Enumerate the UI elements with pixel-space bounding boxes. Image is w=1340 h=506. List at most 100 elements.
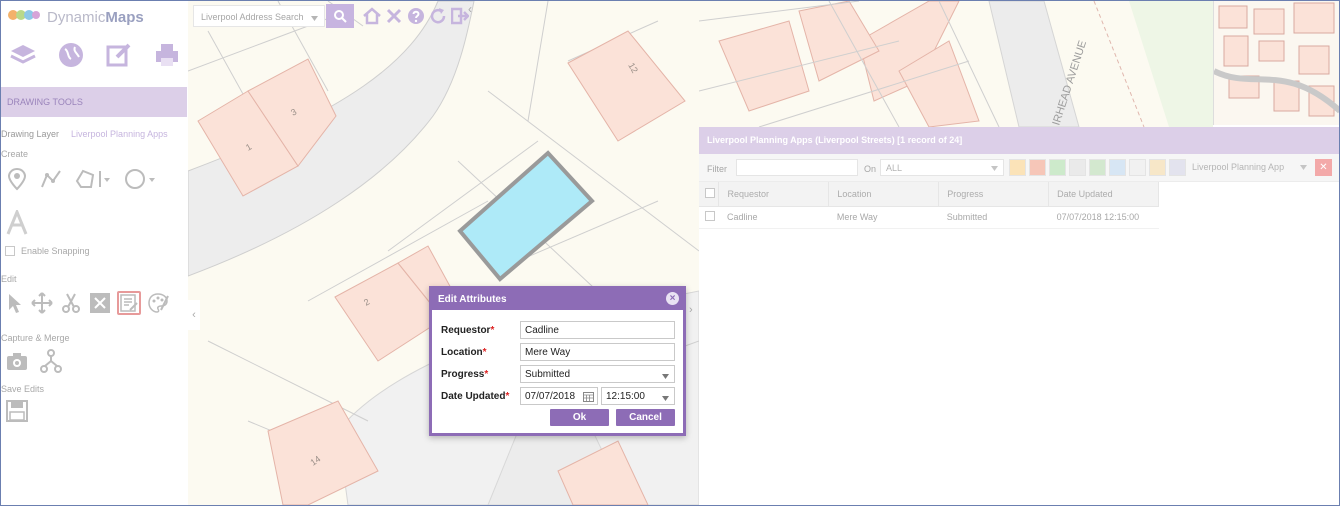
required-marker: * [484,369,489,380]
app-logo: DynamicMaps [7,5,144,29]
on-label: On [864,164,877,174]
clear-icon[interactable] [384,6,404,26]
column-header-location[interactable]: Location [828,182,940,207]
edit-icon[interactable] [105,41,133,69]
date-field[interactable]: 07/07/2018 [520,387,598,405]
logo-icon [8,10,40,20]
snapping-checkbox[interactable] [5,246,15,256]
report-icon[interactable] [1149,159,1166,176]
edit-attributes-icon[interactable] [117,291,141,315]
required-marker: * [490,325,495,336]
style-palette-icon[interactable] [146,291,170,315]
select-arrow-icon[interactable] [5,291,25,315]
circle-tool-icon[interactable] [123,167,163,191]
column-header-date-updated[interactable]: Date Updated [1048,182,1159,207]
column-header-requestor[interactable]: Requestor [718,182,830,207]
add-record-icon[interactable] [1049,159,1066,176]
column-header-progress[interactable]: Progress [938,182,1050,207]
collapse-toolbar-icon[interactable]: ‹ [468,2,472,16]
globe-icon[interactable] [57,41,85,69]
select-all-cell[interactable] [699,182,720,207]
share-icon[interactable] [1109,159,1126,176]
address-search-placeholder: Liverpool Address Search [201,12,304,22]
save-icon[interactable] [5,399,29,423]
chevron-down-icon[interactable] [1300,162,1307,172]
chevron-down-icon[interactable] [991,163,998,173]
grid-filter-bar: Filter On ALL Liverpool Planning App ✕ [699,154,1339,182]
snapping-label: Enable Snapping [21,246,90,256]
logout-icon[interactable] [450,6,470,26]
minimap-canvas [1214,2,1339,117]
layer-select[interactable]: Liverpool Planning App [1189,159,1311,176]
filter-field-select[interactable]: ALL [880,159,1004,176]
table-row[interactable]: Cadline Mere Way Submitted 07/07/2018 12… [699,206,1159,229]
save-grid-icon[interactable] [1169,159,1186,176]
calendar-icon[interactable] [583,391,594,405]
filter-icon[interactable] [1009,159,1026,176]
map-view-right[interactable]: IRHEAD AVENUE [699,1,1213,127]
edit-tools [5,291,170,315]
home-icon[interactable] [362,6,382,26]
dialog-titlebar: Edit Attributes × [432,289,683,310]
overview-minimap[interactable] [1213,1,1339,125]
location-field[interactable]: Mere Way [520,343,675,361]
move-icon[interactable] [30,291,54,315]
refresh-icon[interactable] [428,6,448,26]
print-icon[interactable] [153,41,181,69]
progress-select[interactable]: Submitted [520,365,675,383]
layers-icon[interactable] [9,41,37,69]
time-select-value: 12:15:00 [606,391,645,402]
delete-icon[interactable] [88,291,112,315]
cancel-button[interactable]: Cancel [616,409,675,426]
text-tool-icon[interactable] [5,210,29,235]
scissors-icon[interactable] [59,291,83,315]
chevron-down-icon[interactable] [311,13,318,23]
edit-label: Edit [1,274,17,284]
time-select[interactable]: 12:15:00 [601,387,675,405]
help-icon[interactable] [406,6,426,26]
date-updated-label: Date Updated* [441,391,509,402]
document-icon[interactable] [1129,159,1146,176]
cell-date-updated: 07/07/2018 12:15:00 [1048,206,1159,229]
attribute-grid: Liverpool Planning Apps (Liverpool Stree… [699,127,1339,505]
dialog-title: Edit Attributes [438,294,507,305]
requestor-field[interactable]: Cadline [520,321,675,339]
chevron-down-icon[interactable] [662,371,669,382]
section-header: DRAWING TOOLS [1,87,187,117]
capture-merge-label: Capture & Merge [1,333,70,343]
collapse-left-panel-icon[interactable]: ‹ [188,300,200,330]
tab-drawing-layer[interactable]: Drawing Layer [1,129,59,139]
line-tool-icon[interactable] [39,167,63,191]
select-all-checkbox[interactable] [705,187,715,198]
create-tools [5,167,163,191]
row-select-cell[interactable] [699,206,719,229]
layer-select-value: Liverpool Planning App [1192,162,1285,172]
chevron-down-icon[interactable] [662,393,669,404]
search-icon [334,10,347,23]
location-row: Location* Mere Way [441,343,676,361]
brand-name-plain: Dynamic [47,8,106,26]
search-button[interactable] [326,4,354,28]
ok-button[interactable]: Ok [550,409,609,426]
expand-right-panel-icon[interactable]: › [689,304,693,316]
left-panel: DynamicMaps DRAWING TOOLS Drawing Layer … [1,1,187,505]
close-icon[interactable]: × [666,292,679,305]
polygon-tool-icon[interactable] [73,167,113,191]
filter-input[interactable] [736,159,858,176]
clear-filter-icon[interactable] [1029,159,1046,176]
requestor-label: Requestor* [441,325,494,336]
selected-shape[interactable] [457,150,595,282]
tab-planning-apps[interactable]: Liverpool Planning Apps [71,129,168,139]
snapping-option[interactable]: Enable Snapping [5,246,90,256]
row-checkbox[interactable] [705,211,715,221]
export-excel-icon[interactable] [1089,159,1106,176]
address-search[interactable]: Liverpool Address Search [193,5,325,27]
filter-label: Filter [707,164,727,174]
camera-icon[interactable] [5,349,29,373]
point-tool-icon[interactable] [5,167,29,191]
progress-label-text: Progress [441,369,485,380]
merge-icon[interactable] [39,349,63,373]
zoom-record-icon[interactable] [1069,159,1086,176]
required-marker: * [505,391,510,402]
close-grid-icon[interactable]: ✕ [1315,159,1332,176]
